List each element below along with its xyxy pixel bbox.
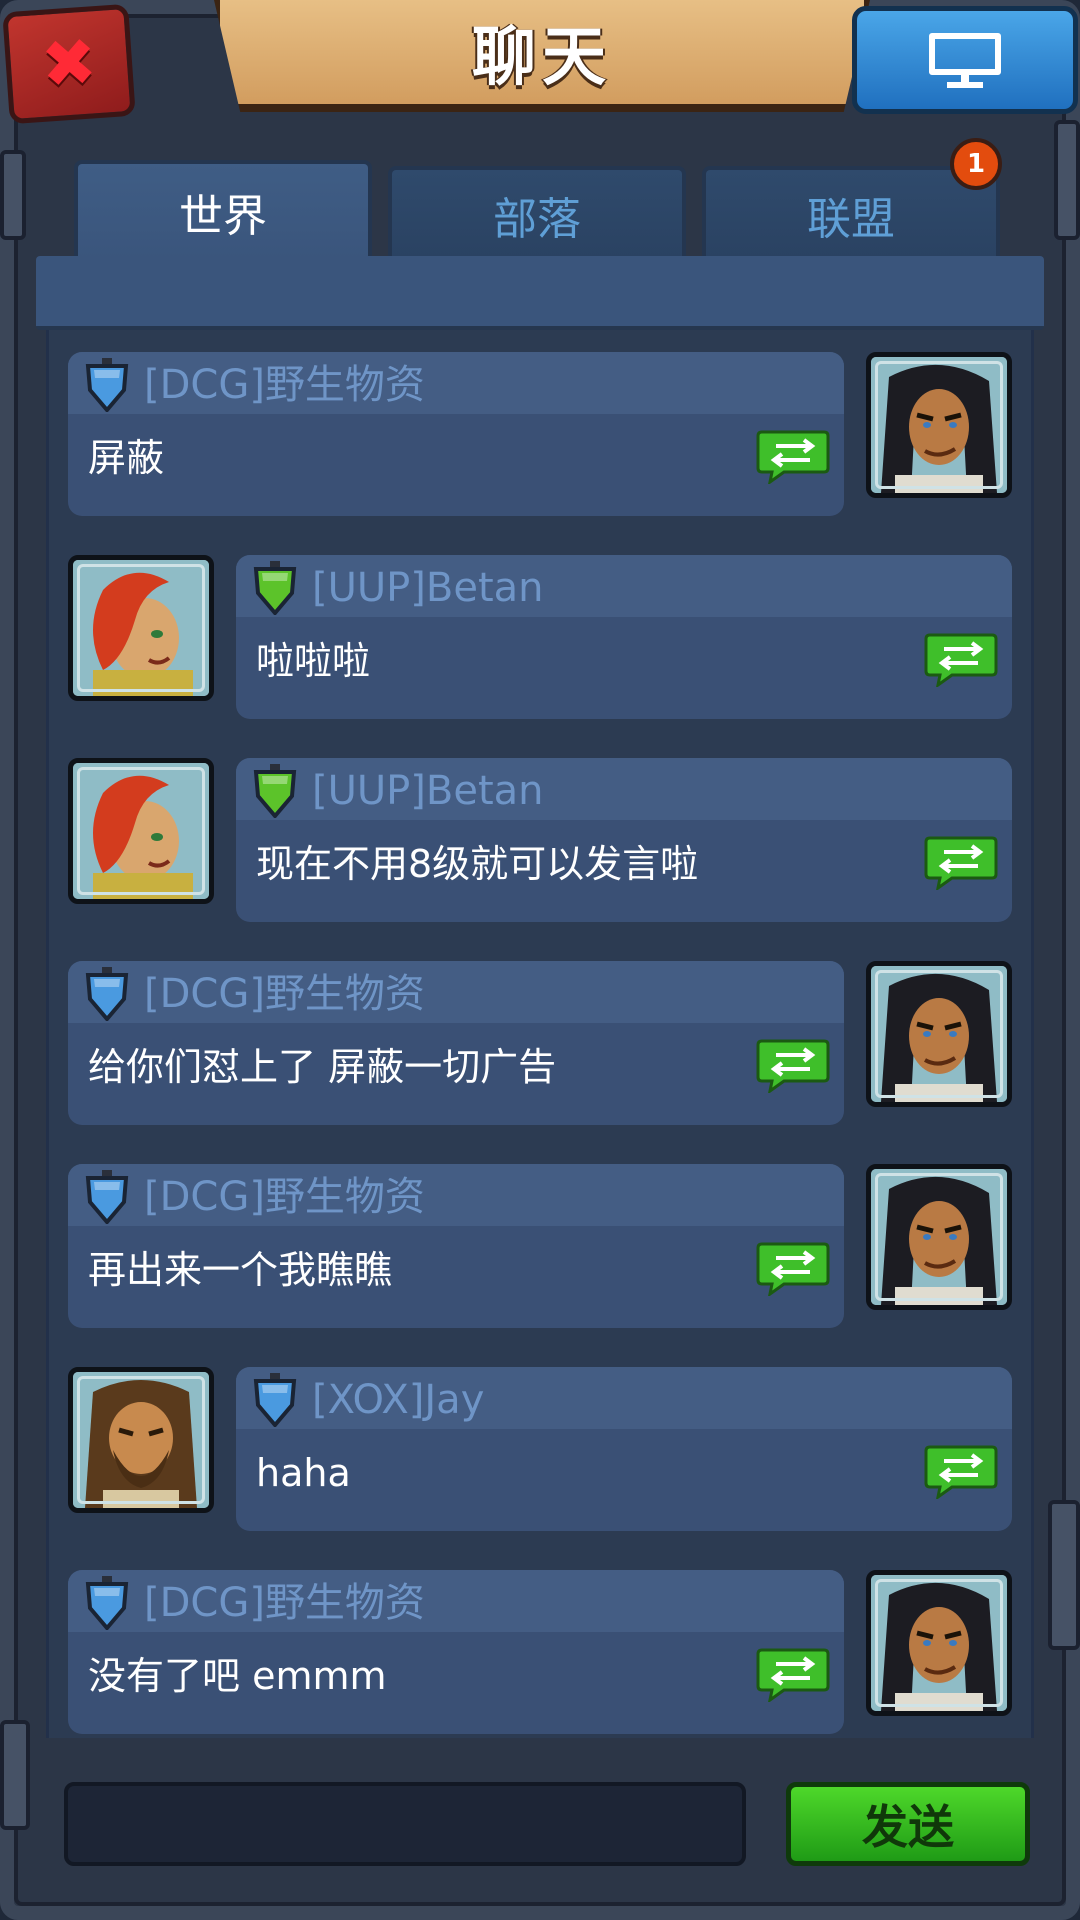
message-bubble: [DCG]野生物资给你们怼上了 屏蔽一切广告: [68, 961, 844, 1125]
message-header: [DCG]野生物资: [68, 352, 844, 414]
message-text: 现在不用8级就可以发言啦: [256, 842, 699, 886]
sender-name[interactable]: [XOX]Jay: [312, 1373, 484, 1427]
share-message-icon[interactable]: [924, 834, 998, 892]
sender-name[interactable]: [DCG]野生物资: [144, 1170, 425, 1224]
monitor-button[interactable]: [852, 6, 1078, 114]
clan-shield-icon: [84, 1576, 130, 1632]
message-header: [UUP]Betan: [236, 758, 1012, 820]
bearded-barbarian-avatar[interactable]: [68, 1367, 214, 1513]
chat-message: [UUP]Betan 现在不用8级就可以发言啦: [0, 758, 1080, 922]
message-bubble: [DCG]野生物资没有了吧 emmm: [68, 1570, 844, 1734]
chat-message: [DCG]野生物资给你们怼上了 屏蔽一切广告: [0, 961, 1080, 1125]
message-header: [DCG]野生物资: [68, 1570, 844, 1632]
message-bubble: [DCG]野生物资屏蔽: [68, 352, 844, 516]
sender-name[interactable]: [UUP]Betan: [312, 561, 543, 615]
send-button[interactable]: 发送: [786, 1782, 1030, 1866]
title-banner: 聊天: [214, 0, 870, 112]
share-message-icon[interactable]: [756, 1646, 830, 1704]
message-header: [DCG]野生物资: [68, 1164, 844, 1226]
tab-world[interactable]: 世界: [74, 160, 372, 260]
chat-input[interactable]: [64, 1782, 746, 1866]
page-title: 聊天: [472, 21, 612, 95]
clan-shield-icon: [252, 764, 298, 820]
message-bubble: [UUP]Betan 现在不用8级就可以发言啦: [236, 758, 1012, 922]
tab-content-strip: [36, 256, 1044, 330]
stone-decoration: [1054, 120, 1080, 240]
message-text: 给你们怼上了 屏蔽一切广告: [88, 1045, 557, 1089]
sender-name[interactable]: [UUP]Betan: [312, 764, 543, 818]
clan-shield-icon: [84, 1170, 130, 1226]
share-message-icon[interactable]: [756, 1240, 830, 1298]
tab-tribe[interactable]: 部落: [388, 166, 686, 260]
chat-message: [DCG]野生物资屏蔽: [0, 352, 1080, 516]
message-text: 再出来一个我瞧瞧: [88, 1248, 393, 1292]
red-hair-woman-avatar[interactable]: [68, 555, 214, 701]
share-message-icon[interactable]: [756, 1037, 830, 1095]
message-text: 屏蔽: [88, 436, 165, 480]
clan-shield-icon: [84, 358, 130, 414]
dark-hair-warrior-avatar[interactable]: [866, 352, 1012, 498]
message-text: 没有了吧 emmm: [88, 1654, 387, 1698]
dark-hair-warrior-avatar[interactable]: [866, 1570, 1012, 1716]
clan-shield-icon: [252, 561, 298, 617]
share-message-icon[interactable]: [924, 631, 998, 689]
message-bubble: [DCG]野生物资再出来一个我瞧瞧: [68, 1164, 844, 1328]
message-header: [DCG]野生物资: [68, 961, 844, 1023]
chat-message: [DCG]野生物资再出来一个我瞧瞧: [0, 1164, 1080, 1328]
message-header: [UUP]Betan: [236, 555, 1012, 617]
stone-decoration: [0, 150, 26, 240]
stone-decoration: [0, 1720, 30, 1830]
dark-hair-warrior-avatar[interactable]: [866, 1164, 1012, 1310]
message-bubble: [XOX]Jay haha: [236, 1367, 1012, 1531]
sender-name[interactable]: [DCG]野生物资: [144, 358, 425, 412]
share-message-icon[interactable]: [924, 1443, 998, 1501]
message-text: haha: [256, 1451, 351, 1495]
sender-name[interactable]: [DCG]野生物资: [144, 967, 425, 1021]
dark-hair-warrior-avatar[interactable]: [866, 961, 1012, 1107]
chat-message: [DCG]野生物资没有了吧 emmm: [0, 1570, 1080, 1734]
close-button[interactable]: ✖: [2, 3, 136, 125]
message-text: 啦啦啦: [256, 639, 371, 683]
share-message-icon[interactable]: [756, 428, 830, 486]
monitor-icon: [929, 33, 1001, 88]
red-hair-woman-avatar[interactable]: [68, 758, 214, 904]
sender-name[interactable]: [DCG]野生物资: [144, 1576, 425, 1630]
clan-shield-icon: [84, 967, 130, 1023]
chat-message: [XOX]Jay haha: [0, 1367, 1080, 1531]
clan-shield-icon: [252, 1373, 298, 1429]
message-bubble: [UUP]Betan 啦啦啦: [236, 555, 1012, 719]
alliance-notification-badge: 1: [950, 138, 1002, 190]
chat-tabs: 世界 部落 联盟: [74, 160, 1004, 260]
message-header: [XOX]Jay: [236, 1367, 1012, 1429]
close-icon: ✖: [38, 23, 100, 104]
chat-message: [UUP]Betan 啦啦啦: [0, 555, 1080, 719]
